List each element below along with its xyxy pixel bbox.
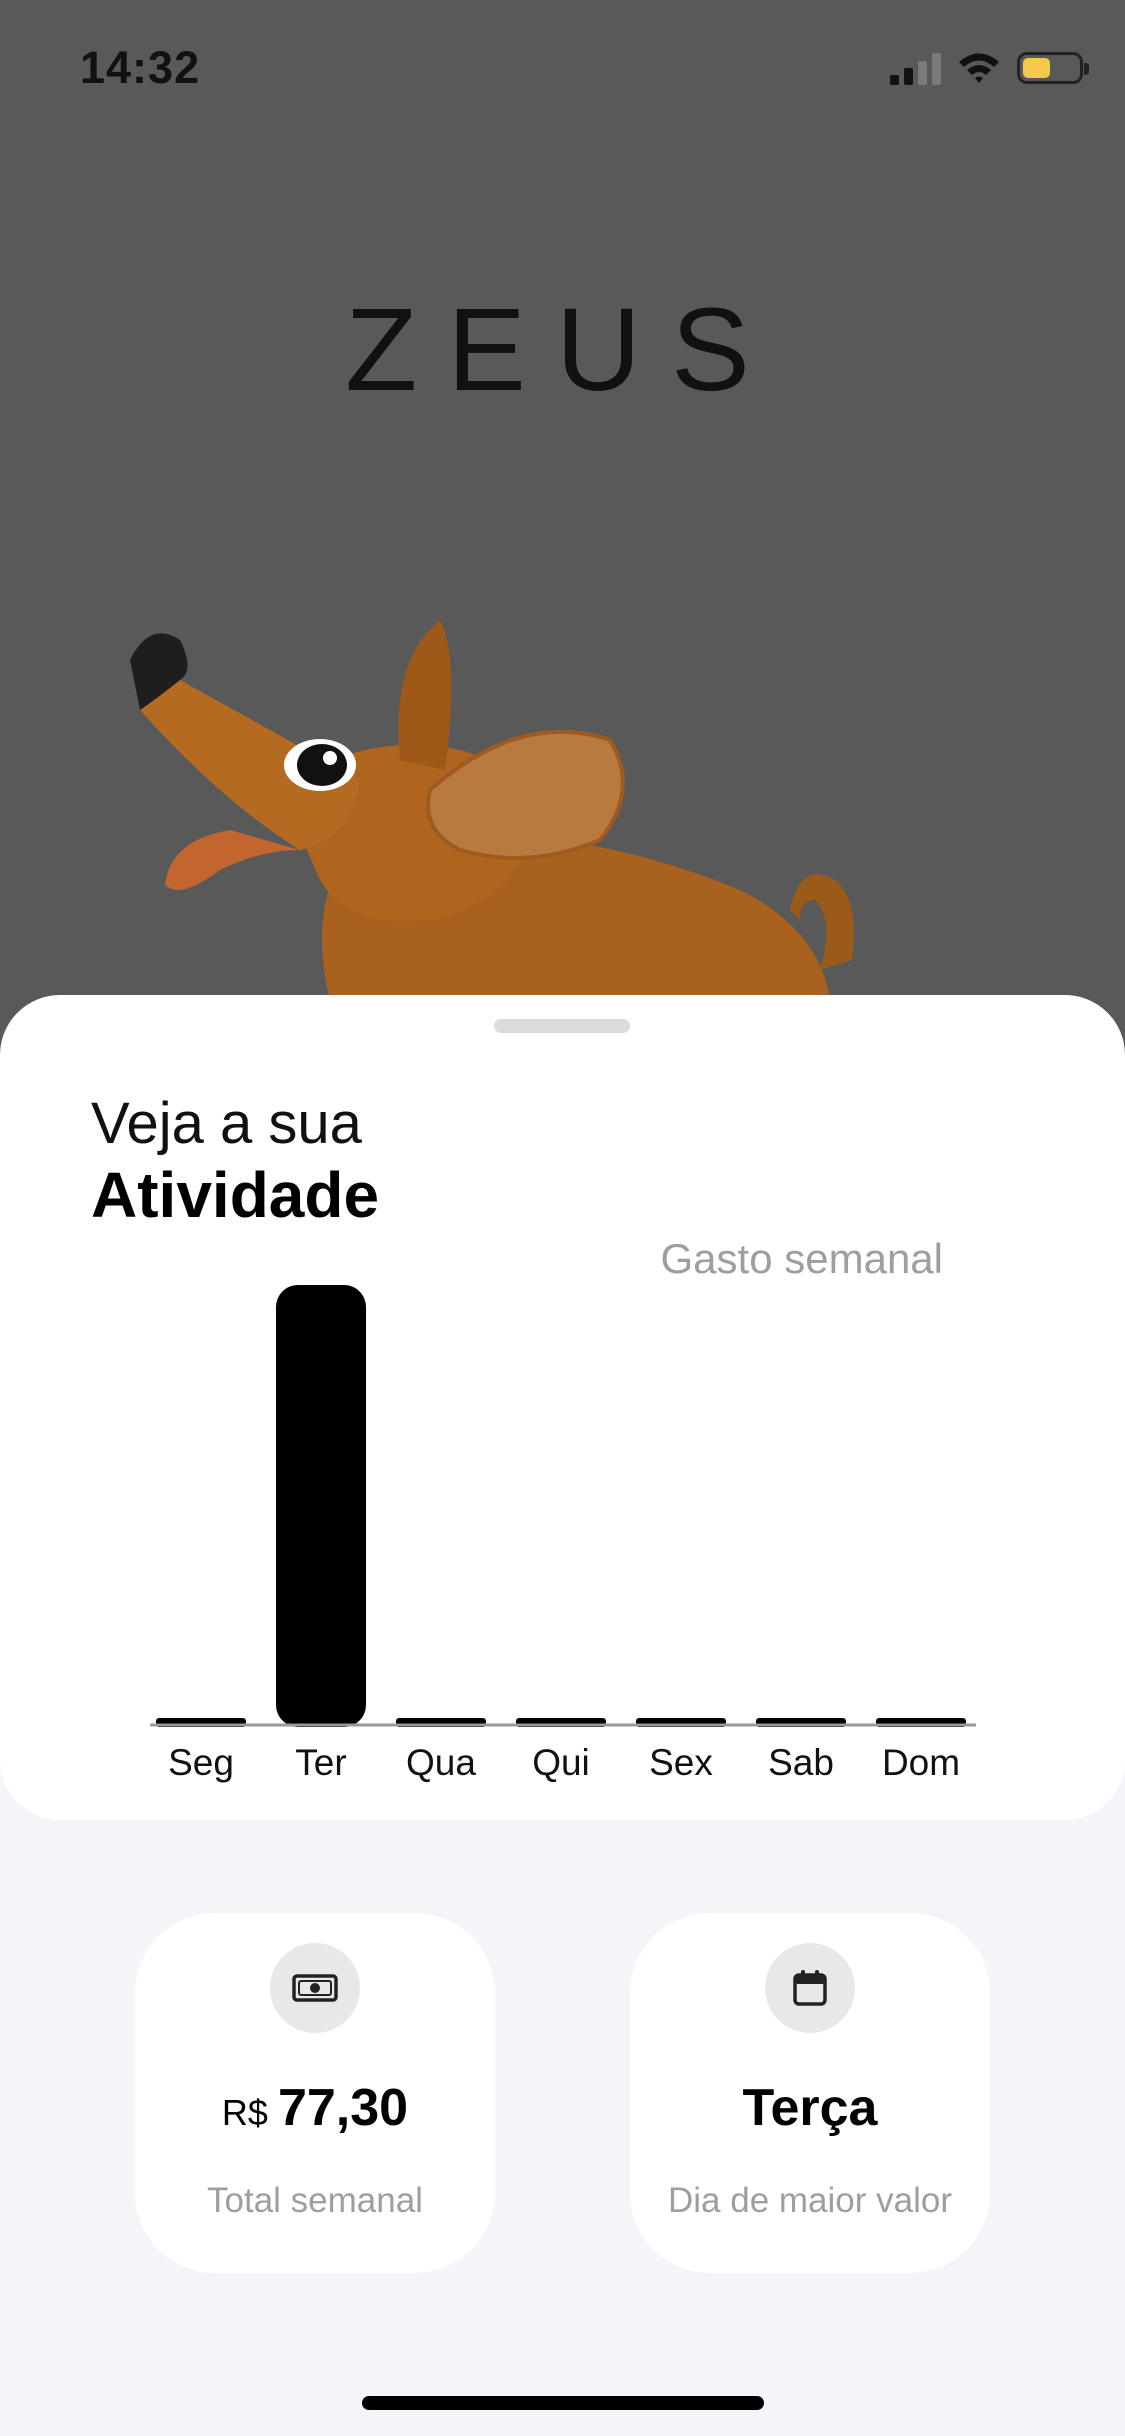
bar-ter[interactable] xyxy=(276,1285,366,1727)
status-time: 14:32 xyxy=(80,42,201,93)
chart-caption: Gasto semanal xyxy=(660,1235,943,1282)
battery-icon xyxy=(1017,52,1089,84)
hero-background: 14:32 ZEUS xyxy=(0,0,1125,1060)
activity-subtitle: Veja a sua xyxy=(91,1091,362,1156)
banknote-icon xyxy=(270,1943,360,2033)
currency-symbol: R$ xyxy=(221,2092,268,2133)
battery-level xyxy=(1023,58,1050,78)
sheet-grabber-handle[interactable] xyxy=(494,1019,630,1033)
weekly-total-amount: 77,30 xyxy=(277,2079,409,2137)
day-label-qua: Qua xyxy=(406,1742,476,1783)
day-label-dom: Dom xyxy=(882,1742,960,1783)
dachshund-mascot-illustration xyxy=(130,620,854,1000)
weekly-total-label: Total semanal xyxy=(207,2181,423,2220)
top-day-label: Dia de maior valor xyxy=(668,2181,952,2220)
calendar-icon xyxy=(765,1943,855,2033)
day-label-qui: Qui xyxy=(532,1742,590,1783)
top-day-card[interactable]: Terça Dia de maior valor xyxy=(630,1913,990,2273)
status-bar: 14:32 xyxy=(0,0,1125,135)
top-day-value: Terça xyxy=(742,2079,878,2137)
day-label-sex: Sex xyxy=(649,1742,713,1783)
day-label-ter: Ter xyxy=(295,1742,346,1783)
chart-bars xyxy=(156,1285,966,1727)
wifi-icon xyxy=(959,53,999,83)
chart-labels: Seg Ter Qua Qui Sex Sab Dom xyxy=(168,1742,960,1783)
cellular-signal-icon xyxy=(890,51,941,85)
day-label-seg: Seg xyxy=(168,1742,234,1783)
weekly-spending-chart: Seg Ter Qua Qui Sex Sab Dom xyxy=(150,1285,976,1783)
day-label-sab: Sab xyxy=(768,1742,834,1783)
weekly-total-value: R$ 77,30 xyxy=(135,2078,495,2138)
status-icons xyxy=(890,46,1089,90)
activity-title: Atividade xyxy=(91,1159,380,1231)
activity-sheet[interactable]: Veja a sua Atividade Gasto semanal Seg Te… xyxy=(0,995,1125,1820)
brand-title: ZEUS xyxy=(345,284,780,416)
weekly-total-card[interactable]: R$ 77,30 Total semanal xyxy=(135,1913,495,2273)
home-indicator[interactable] xyxy=(362,2396,764,2410)
